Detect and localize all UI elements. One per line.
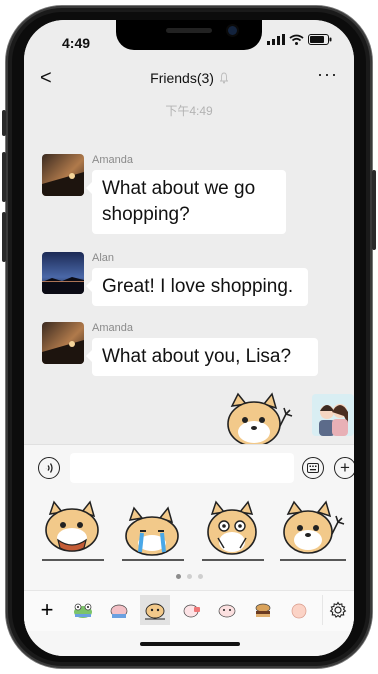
- add-sticker-button[interactable]: +: [32, 595, 62, 625]
- earpiece-speaker: [166, 28, 212, 33]
- sticker-pack-tab[interactable]: [284, 595, 314, 625]
- volume-up-button: [2, 152, 6, 202]
- message-text: Great! I love shopping.: [102, 276, 294, 297]
- wifi-icon: [289, 34, 304, 45]
- emoji-keyboard-button[interactable]: [302, 457, 324, 479]
- screen: 4:49 < Friends(3) ··· 下午4:49 Amanda What…: [24, 20, 354, 656]
- sender-name: Alan: [92, 252, 115, 264]
- nav-bar: < Friends(3) ···: [24, 64, 354, 94]
- frog-sticker-icon: [74, 603, 92, 618]
- add-icon: +: [40, 597, 54, 622]
- sticker-settings-button[interactable]: [322, 595, 353, 625]
- message-bubble[interactable]: What about you, Lisa?: [86, 338, 318, 376]
- message-timestamp: 下午4:49: [165, 104, 213, 118]
- page-dot[interactable]: [197, 574, 203, 579]
- avatar-alan-photo: [42, 252, 84, 294]
- pig-sticker-icon: [110, 604, 128, 618]
- cat-sticker-icon: [218, 604, 236, 618]
- bunny-sticker-icon: [183, 604, 200, 618]
- peach-sticker-icon: [291, 603, 307, 619]
- chat-title: Friends(3): [24, 70, 354, 86]
- page-dot[interactable]: [186, 574, 192, 579]
- home-indicator[interactable]: [140, 642, 240, 646]
- avatar-lisa-illustration: [312, 394, 354, 436]
- avatar-amanda[interactable]: [42, 322, 84, 364]
- message-input[interactable]: [70, 453, 294, 483]
- status-time: 4:49: [62, 35, 91, 51]
- voice-button[interactable]: [38, 457, 60, 479]
- message-text: What about you, Lisa?: [102, 346, 292, 367]
- avatar-lisa[interactable]: [312, 394, 354, 436]
- front-camera: [228, 26, 237, 35]
- shiba-sticker-icon: [145, 603, 165, 620]
- message-bubble[interactable]: Great! I love shopping.: [86, 268, 308, 306]
- sender-name: Amanda: [92, 154, 133, 166]
- page-dot-active[interactable]: [175, 574, 181, 579]
- sticker-pack-tab[interactable]: [176, 595, 206, 625]
- sticker-page-indicator: [24, 574, 354, 579]
- shiba-crying-sticker: [122, 506, 184, 561]
- plus-button[interactable]: +: [334, 457, 354, 479]
- voice-icon: [45, 463, 53, 473]
- more-button[interactable]: ···: [317, 64, 338, 85]
- cellular-signal-icon: [267, 34, 285, 45]
- avatar-alan[interactable]: [42, 252, 84, 294]
- message-text: What about we go: [102, 178, 256, 199]
- sticker-item[interactable]: [118, 498, 188, 564]
- sticker-pack-tab[interactable]: [68, 595, 98, 625]
- power-button: [372, 170, 376, 250]
- gear-icon: [329, 601, 347, 618]
- avatar-amanda-photo: [42, 154, 84, 196]
- sticker-item[interactable]: [198, 498, 268, 564]
- sticker-pack-tab[interactable]: [212, 595, 242, 625]
- plus-icon: +: [340, 458, 350, 477]
- mute-bell-icon: [219, 72, 229, 84]
- sender-name: Amanda: [92, 322, 133, 334]
- sticker-item[interactable]: [278, 498, 348, 564]
- keyboard-icon: [307, 463, 319, 473]
- notch: [116, 20, 262, 50]
- shiba-wave-sticker: [280, 500, 346, 561]
- sticker-pack-tab[interactable]: [248, 595, 278, 625]
- shiba-eating-sticker: [42, 500, 104, 561]
- avatar-amanda-photo: [42, 322, 84, 364]
- chat-area: 下午4:49 Amanda What about we go shopping?: [24, 94, 354, 455]
- volume-down-button: [2, 212, 6, 262]
- sticker-panel: +: [24, 490, 354, 656]
- burger-sticker-icon: [255, 603, 271, 617]
- input-bar: +: [24, 444, 354, 491]
- battery-icon: [308, 34, 332, 45]
- mute-switch: [2, 110, 6, 136]
- sticker-item[interactable]: [38, 498, 108, 564]
- status-icons: [267, 34, 332, 45]
- chat-title-text: Friends(3): [150, 70, 214, 86]
- sticker-pack-tab[interactable]: [104, 595, 134, 625]
- sticker-pack-tab-selected[interactable]: [140, 595, 170, 625]
- shiba-shocked-sticker: [202, 500, 264, 561]
- message-bubble[interactable]: What about we go shopping?: [86, 170, 286, 234]
- avatar-amanda[interactable]: [42, 154, 84, 196]
- message-text: shopping?: [102, 204, 190, 225]
- sticker-tray: +: [24, 590, 354, 631]
